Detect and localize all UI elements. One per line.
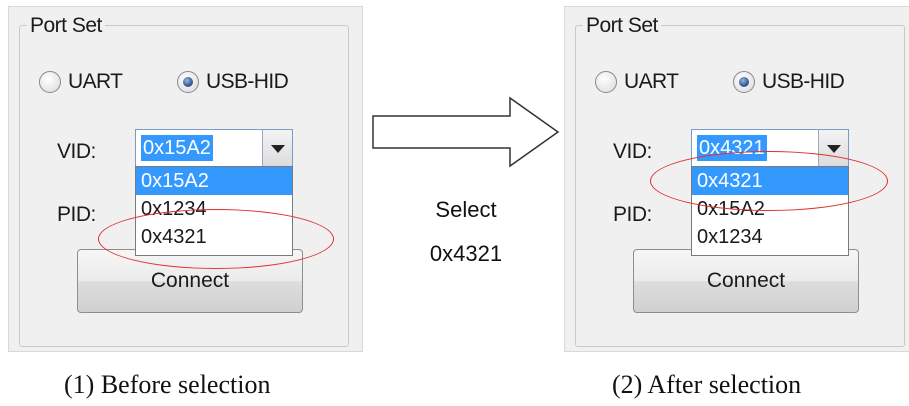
port-settings-panel-after: Port Set UART USB-HID VID: PID: Connect … (564, 6, 909, 352)
transition-text-line2: 0x4321 (429, 241, 503, 266)
chevron-down-icon[interactable] (818, 130, 848, 166)
chevron-down-icon[interactable] (262, 130, 292, 166)
port-settings-panel-before: Port Set UART USB-HID VID: PID: Connect … (8, 6, 363, 352)
caption-before: (1) Before selection (64, 370, 271, 399)
usb-hid-radio-label: USB-HID (206, 70, 289, 93)
vid-option[interactable]: 0x4321 (136, 223, 292, 251)
pid-label: PID: (613, 203, 652, 226)
transition-text-line1: Select (435, 197, 497, 222)
vid-option[interactable]: 0x4321 (692, 167, 848, 195)
caption-after: (2) After selection (612, 370, 802, 399)
radio-unchecked-icon (595, 71, 617, 93)
vid-option[interactable]: 0x15A2 (692, 195, 848, 223)
vid-option[interactable]: 0x15A2 (136, 167, 292, 195)
radio-checked-icon (177, 71, 199, 93)
vid-option[interactable]: 0x1234 (692, 223, 848, 251)
usb-hid-radio-label: USB-HID (762, 70, 845, 93)
radio-unchecked-icon (39, 71, 61, 93)
vid-dropdown-list: 0x4321 0x15A2 0x1234 (691, 166, 849, 256)
uart-radio-label: UART (624, 70, 679, 93)
right-arrow-icon (372, 96, 560, 168)
usb-hid-radio[interactable]: USB-HID (733, 69, 845, 95)
pid-label: PID: (57, 203, 96, 226)
connect-button[interactable]: Connect (77, 249, 303, 313)
uart-radio[interactable]: UART (39, 69, 123, 95)
group-title: Port Set (27, 14, 105, 38)
uart-radio[interactable]: UART (595, 69, 679, 95)
vid-selected-value: 0x15A2 (141, 135, 213, 161)
uart-radio-label: UART (68, 70, 123, 93)
radio-checked-icon (733, 71, 755, 93)
connect-button[interactable]: Connect (633, 249, 859, 313)
vid-combobox[interactable]: 0x15A2 (135, 129, 293, 167)
vid-combobox[interactable]: 0x4321 (691, 129, 849, 167)
vid-label: VID: (613, 140, 652, 163)
vid-selected-value: 0x4321 (697, 135, 767, 161)
vid-option[interactable]: 0x1234 (136, 195, 292, 223)
vid-dropdown-list: 0x15A2 0x1234 0x4321 (135, 166, 293, 256)
group-title: Port Set (583, 14, 661, 38)
vid-label: VID: (57, 140, 96, 163)
usb-hid-radio[interactable]: USB-HID (177, 69, 289, 95)
